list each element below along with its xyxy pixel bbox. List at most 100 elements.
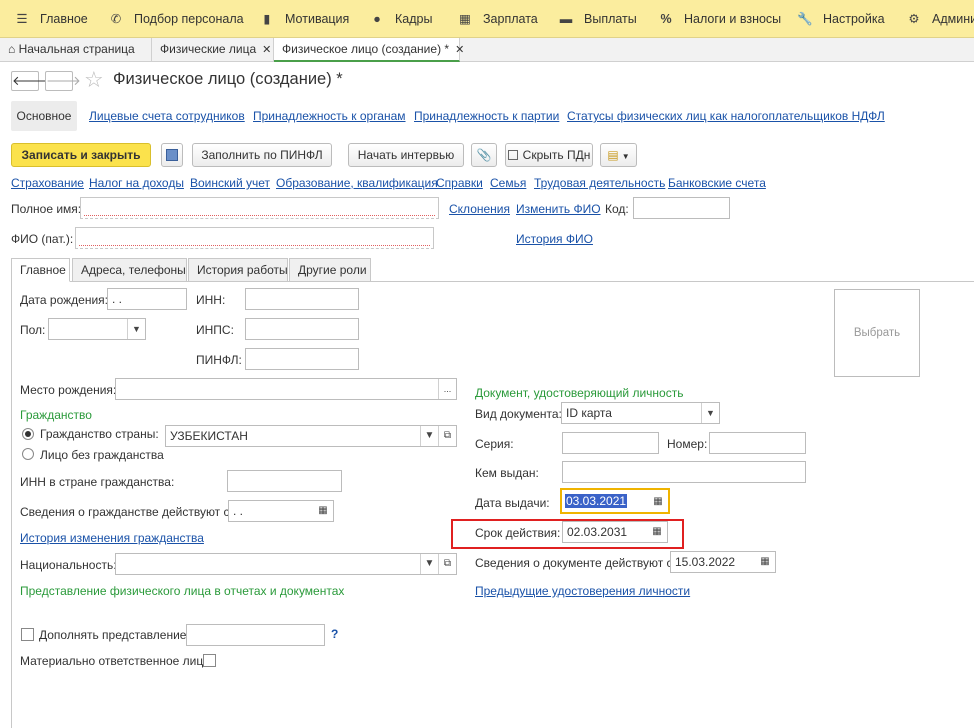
link-bank-accounts[interactable]: Банковские счета bbox=[668, 176, 766, 190]
link-certificates[interactable]: Справки bbox=[436, 176, 483, 190]
calendar-icon[interactable]: ▦ bbox=[314, 502, 332, 520]
fio-lat-field[interactable] bbox=[75, 227, 434, 249]
tab-work-history[interactable]: История работы bbox=[188, 258, 288, 282]
chevron-down-icon[interactable]: ▼ bbox=[127, 319, 145, 339]
main-menu-bar: ☰ Главное ✆ Подбор персонала ▮ Мотивация ● К… bbox=[0, 0, 974, 38]
change-fio-link[interactable]: Изменить ФИО bbox=[516, 202, 601, 216]
menu-item-settings[interactable]: 🔧 Настройка bbox=[797, 0, 884, 38]
citizenship-history-link[interactable]: История изменения гражданства bbox=[20, 531, 204, 545]
pinfl-field[interactable] bbox=[245, 348, 359, 370]
series-label: Серия: bbox=[475, 437, 514, 451]
print-menu-button[interactable]: ▤ ▼ bbox=[600, 143, 637, 167]
number-label: Номер: bbox=[667, 437, 708, 451]
menu-item-motivation[interactable]: ▮ Мотивация bbox=[259, 0, 350, 38]
declensions-link[interactable]: Склонения bbox=[449, 202, 510, 216]
supplement-checkbox[interactable] bbox=[21, 628, 34, 641]
section-employee-accounts[interactable]: Лицевые счета сотрудников bbox=[89, 109, 245, 123]
supplement-field[interactable] bbox=[186, 624, 325, 646]
calendar-icon[interactable]: ▦ bbox=[649, 493, 667, 511]
inps-field[interactable] bbox=[245, 318, 359, 340]
citizenship-from-field[interactable]: . . ▦ bbox=[228, 500, 334, 522]
link-military[interactable]: Воинский учет bbox=[190, 176, 270, 190]
close-icon[interactable]: ✕ bbox=[262, 44, 271, 56]
tab-home-page[interactable]: ⌂ Начальная страница bbox=[0, 38, 152, 62]
tab-individuals[interactable]: Физические лица ✕ bbox=[152, 38, 274, 62]
section-bodies-membership[interactable]: Принадлежность к органам bbox=[253, 109, 406, 123]
issue-date-field[interactable]: 03.03.2021 ▦ bbox=[560, 488, 670, 514]
fio-lat-label: ФИО (пат.): bbox=[11, 232, 74, 246]
start-interview-button[interactable]: Начать интервью bbox=[348, 143, 464, 167]
link-work-activity[interactable]: Трудовая деятельность bbox=[534, 176, 665, 190]
issued-by-field[interactable] bbox=[562, 461, 806, 483]
doc-type-select[interactable]: ID карта ▼ bbox=[561, 402, 720, 424]
phone-icon: ✆ bbox=[110, 12, 122, 26]
help-icon[interactable]: ? bbox=[331, 627, 338, 641]
wallet-icon: ▬ bbox=[559, 12, 573, 26]
chevron-down-icon[interactable]: ▼ bbox=[420, 426, 438, 446]
tab-main[interactable]: Главное bbox=[11, 258, 70, 282]
gender-label: Пол: bbox=[20, 323, 46, 337]
section-party-membership[interactable]: Принадлежность к партии bbox=[414, 109, 559, 123]
inn-field[interactable] bbox=[245, 288, 359, 310]
birth-date-field[interactable]: . . bbox=[107, 288, 187, 310]
attach-button[interactable]: 📎 bbox=[471, 143, 497, 167]
tab-other-roles[interactable]: Другие роли bbox=[289, 258, 371, 282]
menu-item-admin[interactable]: ⚙ Админи bbox=[906, 0, 974, 38]
section-main[interactable]: Основное bbox=[11, 101, 77, 131]
full-name-field[interactable] bbox=[80, 197, 439, 219]
open-icon[interactable]: ⧉ bbox=[438, 554, 456, 574]
fio-history-link[interactable]: История ФИО bbox=[516, 232, 593, 246]
link-income-tax[interactable]: Налог на доходы bbox=[89, 176, 184, 190]
citizenship-country-select[interactable]: УЗБЕКИСТАН ▼ ⧉ bbox=[165, 425, 457, 447]
ellipsis-icon[interactable]: ... bbox=[438, 379, 456, 399]
link-insurance[interactable]: Страхование bbox=[11, 176, 84, 190]
link-education[interactable]: Образование, квалификация bbox=[276, 176, 438, 190]
inn-foreign-field[interactable] bbox=[227, 470, 342, 492]
forward-button[interactable]: 🡒 bbox=[45, 71, 81, 91]
stateless-label: Лицо без гражданства bbox=[40, 448, 164, 462]
liable-checkbox[interactable] bbox=[203, 654, 216, 667]
calendar-icon[interactable]: ▦ bbox=[756, 553, 774, 571]
menu-item-hr[interactable]: ● Кадры bbox=[369, 0, 432, 38]
gender-select[interactable]: ▼ bbox=[48, 318, 146, 340]
previous-documents-link[interactable]: Предыдущие удостоверения личности bbox=[475, 584, 690, 598]
menu-item-recruitment[interactable]: ✆ Подбор персонала bbox=[108, 0, 244, 38]
fill-by-pinfl-button[interactable]: Заполнить по ПИНФЛ bbox=[192, 143, 332, 167]
code-field[interactable] bbox=[633, 197, 730, 219]
close-icon[interactable]: ✕ bbox=[455, 44, 464, 56]
open-icon[interactable]: ⧉ bbox=[438, 426, 456, 446]
tab-individual-create[interactable]: Физическое лицо (создание) * ✕ bbox=[274, 38, 464, 62]
stateless-radio[interactable] bbox=[22, 448, 34, 460]
citizenship-country-radio[interactable] bbox=[22, 428, 34, 440]
hamburger-icon: ☰ bbox=[16, 12, 28, 26]
star-icon[interactable]: ☆ bbox=[84, 67, 104, 93]
chevron-down-icon[interactable]: ▼ bbox=[420, 554, 438, 574]
effective-from-label: Сведения о документе действуют с: bbox=[475, 556, 676, 570]
menu-item-salary[interactable]: ▦ Зарплата bbox=[457, 0, 538, 38]
series-field[interactable] bbox=[562, 432, 659, 454]
save-button[interactable] bbox=[161, 143, 183, 167]
inn-label: ИНН: bbox=[196, 293, 226, 307]
photo-placeholder[interactable]: Выбрать bbox=[834, 289, 920, 377]
save-and-close-button[interactable]: Записать и закрыть bbox=[11, 143, 151, 167]
arrow-left-icon: 🡐 bbox=[12, 73, 47, 88]
link-family[interactable]: Семья bbox=[490, 176, 526, 190]
issue-date-label: Дата выдачи: bbox=[475, 496, 550, 510]
wrench-icon: 🔧 bbox=[797, 12, 813, 26]
hide-personal-data-button[interactable]: Скрыть ПДн bbox=[505, 143, 593, 167]
full-name-label: Полное имя: bbox=[11, 202, 82, 216]
birthplace-field[interactable]: ... bbox=[115, 378, 457, 400]
tab-addresses-phones[interactable]: Адреса, телефоны bbox=[72, 258, 187, 282]
nationality-select[interactable]: ▼ ⧉ bbox=[115, 553, 457, 575]
menu-item-main[interactable]: ☰ Главное bbox=[14, 0, 87, 38]
back-button[interactable]: 🡐 bbox=[11, 71, 47, 91]
menu-item-payments[interactable]: ▬ Выплаты bbox=[558, 0, 637, 38]
menu-item-taxes[interactable]: % Налоги и взносы bbox=[658, 0, 781, 38]
citizenship-country-label: Гражданство страны: bbox=[40, 427, 159, 441]
chevron-down-icon[interactable]: ▼ bbox=[701, 403, 719, 423]
number-field[interactable] bbox=[709, 432, 806, 454]
effective-from-field[interactable]: 15.03.2022 ▦ bbox=[670, 551, 776, 573]
floppy-disk-icon bbox=[166, 149, 178, 161]
section-ndfl-statuses[interactable]: Статусы физических лиц как налогоплатель… bbox=[567, 109, 885, 123]
calculator-icon: ▦ bbox=[459, 12, 471, 26]
